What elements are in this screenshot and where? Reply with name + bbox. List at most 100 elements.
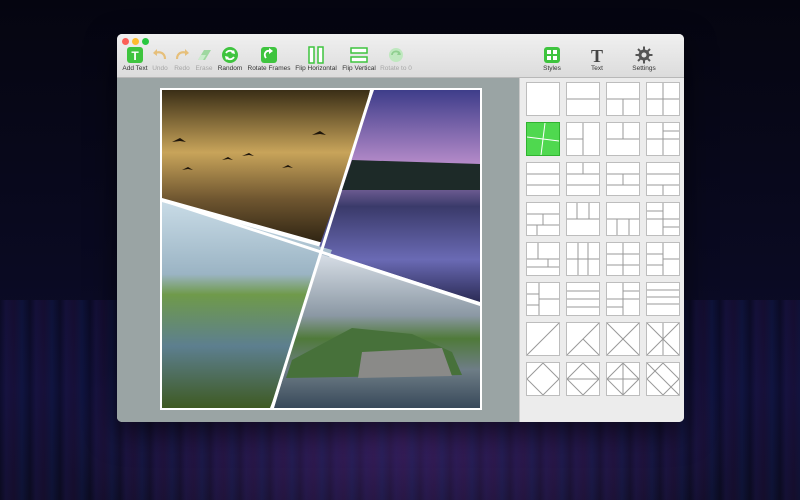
text-button[interactable]: T Text	[585, 46, 609, 72]
layout-style-29-lines	[527, 363, 559, 395]
layout-style-14[interactable]	[566, 202, 600, 236]
layout-style-2[interactable]	[566, 82, 600, 116]
layout-style-31-lines	[607, 363, 639, 395]
layout-style-25[interactable]	[526, 322, 560, 356]
layout-style-11-lines	[607, 173, 639, 186]
layout-style-12-lines	[647, 173, 679, 195]
layout-style-29[interactable]	[526, 362, 560, 396]
layout-style-5-selected[interactable]	[526, 122, 560, 156]
undo-label: Undo	[152, 65, 168, 72]
layout-style-24[interactable]	[646, 282, 680, 316]
layout-style-32-lines	[647, 363, 679, 395]
styles-grid-icon	[544, 47, 560, 63]
layout-style-18[interactable]	[566, 242, 600, 276]
canvas-area	[117, 78, 519, 422]
rotate-to-zero-icon	[389, 48, 403, 62]
rotate-frames-label: Rotate Frames	[247, 65, 291, 72]
flip-horizontal-icon	[308, 46, 324, 64]
rotate-to-0-label: Rotate to 0	[380, 65, 412, 72]
layout-style-21[interactable]	[526, 282, 560, 316]
svg-text:T: T	[131, 49, 139, 63]
layout-style-3[interactable]	[606, 82, 640, 116]
close-window-button[interactable]	[122, 38, 129, 45]
flip-horizontal-label: Flip Horizontal	[295, 65, 337, 72]
rotate-to-0-button[interactable]: Rotate to 0	[379, 46, 413, 72]
zoom-window-button[interactable]	[142, 38, 149, 45]
layout-style-19[interactable]	[606, 242, 640, 276]
rotate-frames-icon	[261, 47, 277, 63]
layout-style-10[interactable]	[566, 162, 600, 196]
redo-label: Redo	[174, 65, 190, 72]
layout-style-27-lines	[607, 323, 639, 355]
layout-style-23[interactable]	[606, 282, 640, 316]
layout-style-13-lines	[527, 213, 559, 235]
layout-style-19-lines	[607, 243, 639, 275]
layout-style-8[interactable]	[646, 122, 680, 156]
erase-button[interactable]: Erase	[193, 46, 215, 72]
add-text-label: Add Text	[122, 65, 148, 72]
layout-style-5-lines	[527, 123, 559, 155]
layout-style-7-lines	[607, 123, 639, 140]
undo-arrow-icon	[153, 49, 167, 60]
svg-text:T: T	[591, 46, 603, 64]
layout-style-26[interactable]	[566, 322, 600, 356]
text-t-icon: T	[591, 46, 603, 64]
layout-style-10-lines	[567, 163, 599, 186]
layout-style-23-lines	[607, 283, 639, 315]
layout-style-12[interactable]	[646, 162, 680, 196]
styles-panel	[519, 78, 684, 422]
layout-style-32[interactable]	[646, 362, 680, 396]
flip-horizontal-button[interactable]: Flip Horizontal	[293, 46, 339, 72]
layout-style-17[interactable]	[526, 242, 560, 276]
layout-style-4[interactable]	[646, 82, 680, 116]
layout-style-7[interactable]	[606, 122, 640, 156]
toolbar: T Add Text Undo Redo Erase Random Rotate…	[117, 34, 684, 78]
settings-button[interactable]: Settings	[629, 46, 659, 72]
flip-vertical-button[interactable]: Flip Vertical	[339, 46, 379, 72]
rotate-frames-button[interactable]: Rotate Frames	[245, 46, 293, 72]
layout-style-9-lines	[527, 173, 559, 186]
layout-style-27[interactable]	[606, 322, 640, 356]
settings-label: Settings	[632, 65, 656, 72]
layout-style-15[interactable]	[606, 202, 640, 236]
random-button[interactable]: Random	[215, 46, 245, 72]
layout-style-20-lines	[647, 243, 679, 275]
layout-style-22-lines	[567, 290, 599, 308]
layout-style-2-lines	[567, 98, 599, 100]
layout-style-25-lines	[527, 323, 559, 355]
layout-style-24-lines	[647, 289, 679, 305]
photo-collage[interactable]	[160, 88, 482, 410]
layout-style-20[interactable]	[646, 242, 680, 276]
layout-style-30-lines	[567, 363, 599, 395]
layout-style-14-lines	[567, 203, 599, 220]
add-text-button[interactable]: T Add Text	[121, 46, 149, 72]
layout-style-13[interactable]	[526, 202, 560, 236]
layout-style-31[interactable]	[606, 362, 640, 396]
redo-button[interactable]: Redo	[171, 46, 193, 72]
layout-style-8-lines	[647, 123, 679, 155]
layout-style-21-lines	[527, 283, 559, 315]
layout-style-22[interactable]	[566, 282, 600, 316]
layout-style-18-lines	[567, 243, 599, 275]
collage-frames	[162, 90, 480, 408]
undo-button[interactable]: Undo	[149, 46, 171, 72]
erase-label: Erase	[195, 65, 213, 72]
layout-style-6[interactable]	[566, 122, 600, 156]
layout-style-16-lines	[647, 203, 679, 235]
layout-style-16[interactable]	[646, 202, 680, 236]
minimize-window-button[interactable]	[132, 38, 139, 45]
layout-style-28[interactable]	[646, 322, 680, 356]
layout-style-15-lines	[607, 218, 639, 235]
layout-style-28-lines	[647, 323, 679, 355]
layout-style-11[interactable]	[606, 162, 640, 196]
layout-style-30[interactable]	[566, 362, 600, 396]
layout-style-4-lines	[647, 83, 679, 115]
styles-button[interactable]: Styles	[539, 46, 565, 72]
layout-style-3-lines	[607, 98, 639, 115]
add-text-icon: T	[127, 47, 143, 63]
layout-style-1[interactable]	[526, 82, 560, 116]
layout-style-17-lines	[527, 243, 559, 268]
random-icon	[222, 47, 238, 63]
text-label: Text	[591, 65, 603, 72]
layout-style-9[interactable]	[526, 162, 560, 196]
